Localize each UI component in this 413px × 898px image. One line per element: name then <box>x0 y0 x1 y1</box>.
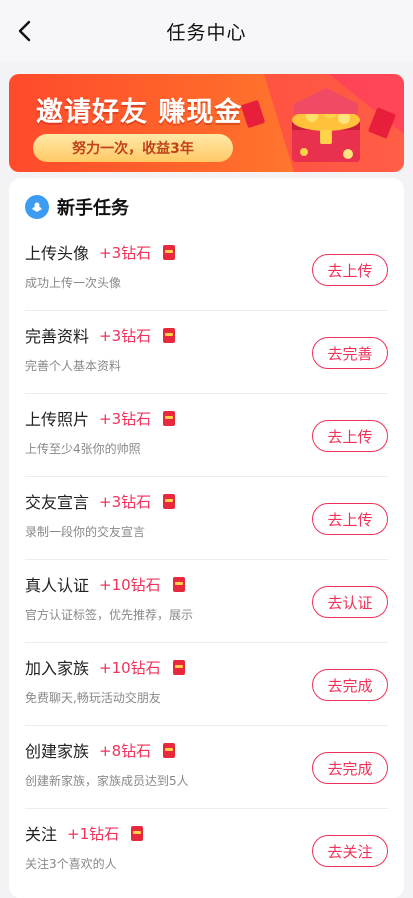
red-envelope-icon <box>163 244 176 260</box>
task-reward: +10钻石 <box>99 575 161 594</box>
task-reward: +10钻石 <box>99 658 161 677</box>
task-reward: +8钻石 <box>99 741 152 760</box>
task-description: 免费聊天,畅玩活动交朋友 <box>25 691 161 705</box>
task-description: 完善个人基本资料 <box>25 359 122 373</box>
task-reward: +3钻石 <box>99 243 152 262</box>
task-name: 完善资料 <box>25 327 90 346</box>
invite-banner[interactable]: 邀请好友 赚现金 努力一次，收益3年 <box>9 74 404 172</box>
red-envelope-icon <box>163 742 176 758</box>
red-envelope-icon <box>163 327 176 343</box>
banner-subline: 努力一次，收益3年 <box>33 134 233 162</box>
task-item: 上传照片 +3钻石 上传至少4张你的帅照 去上传 <box>25 394 388 477</box>
task-action-button[interactable]: 去完善 <box>312 337 388 369</box>
task-item: 完善资料 +3钻石 完善个人基本资料 去完善 <box>25 311 388 394</box>
task-name: 真人认证 <box>25 576 90 595</box>
task-reward: +1钻石 <box>67 824 120 843</box>
task-item: 交友宣言 +3钻石 录制一段你的交友宣言 去上传 <box>25 477 388 560</box>
task-item: 真人认证 +10钻石 官方认证标签，优先推荐，展示 去认证 <box>25 560 388 643</box>
section-title: 新手任务 <box>57 198 129 219</box>
task-reward: +3钻石 <box>99 326 152 345</box>
chevron-left-icon <box>18 20 31 42</box>
red-envelope-icon <box>163 410 176 426</box>
treasure-chest-icon <box>241 74 404 172</box>
back-button[interactable] <box>10 16 38 46</box>
task-action-button[interactable]: 去上传 <box>312 254 388 286</box>
task-name: 创建家族 <box>25 742 90 761</box>
task-description: 录制一段你的交友宣言 <box>25 525 146 539</box>
red-envelope-icon <box>172 576 185 592</box>
task-item: 加入家族 +10钻石 免费聊天,畅玩活动交朋友 去完成 <box>25 643 388 726</box>
red-envelope-icon <box>131 825 144 841</box>
task-item: 上传头像 +3钻石 成功上传一次头像 去上传 <box>25 228 388 311</box>
task-action-button[interactable]: 去完成 <box>312 752 388 784</box>
red-envelope-icon <box>163 493 176 509</box>
task-name: 上传头像 <box>25 244 90 263</box>
nav-bar: 任务中心 <box>0 0 413 62</box>
banner-headline: 邀请好友 赚现金 <box>36 97 243 128</box>
page-title: 任务中心 <box>166 21 247 44</box>
task-card: 新手任务 上传头像 +3钻石 成功上传一次头像 去上传 完善资料 +3钻石 完善… <box>9 178 404 898</box>
task-name: 上传照片 <box>25 410 90 429</box>
task-action-button[interactable]: 去认证 <box>312 586 388 618</box>
task-reward: +3钻石 <box>99 409 152 428</box>
task-action-button[interactable]: 去完成 <box>312 669 388 701</box>
task-description: 成功上传一次头像 <box>25 276 122 290</box>
task-description: 上传至少4张你的帅照 <box>25 442 141 456</box>
task-description: 官方认证标签，优先推荐，展示 <box>25 608 194 622</box>
badge-icon <box>25 195 49 219</box>
task-item: 创建家族 +8钻石 创建新家族，家族成员达到5人 去完成 <box>25 726 388 809</box>
task-reward: +3钻石 <box>99 492 152 511</box>
section-header: 新手任务 <box>25 194 129 220</box>
task-description: 关注3个喜欢的人 <box>25 857 117 871</box>
red-envelope-icon <box>172 659 185 675</box>
task-name: 交友宣言 <box>25 493 90 512</box>
task-name: 加入家族 <box>25 659 90 678</box>
task-description: 创建新家族，家族成员达到5人 <box>25 774 189 788</box>
task-action-button[interactable]: 去关注 <box>312 835 388 867</box>
task-item: 关注 +1钻石 关注3个喜欢的人 去关注 <box>25 809 388 891</box>
task-action-button[interactable]: 去上传 <box>312 420 388 452</box>
task-name: 关注 <box>25 825 58 844</box>
task-action-button[interactable]: 去上传 <box>312 503 388 535</box>
